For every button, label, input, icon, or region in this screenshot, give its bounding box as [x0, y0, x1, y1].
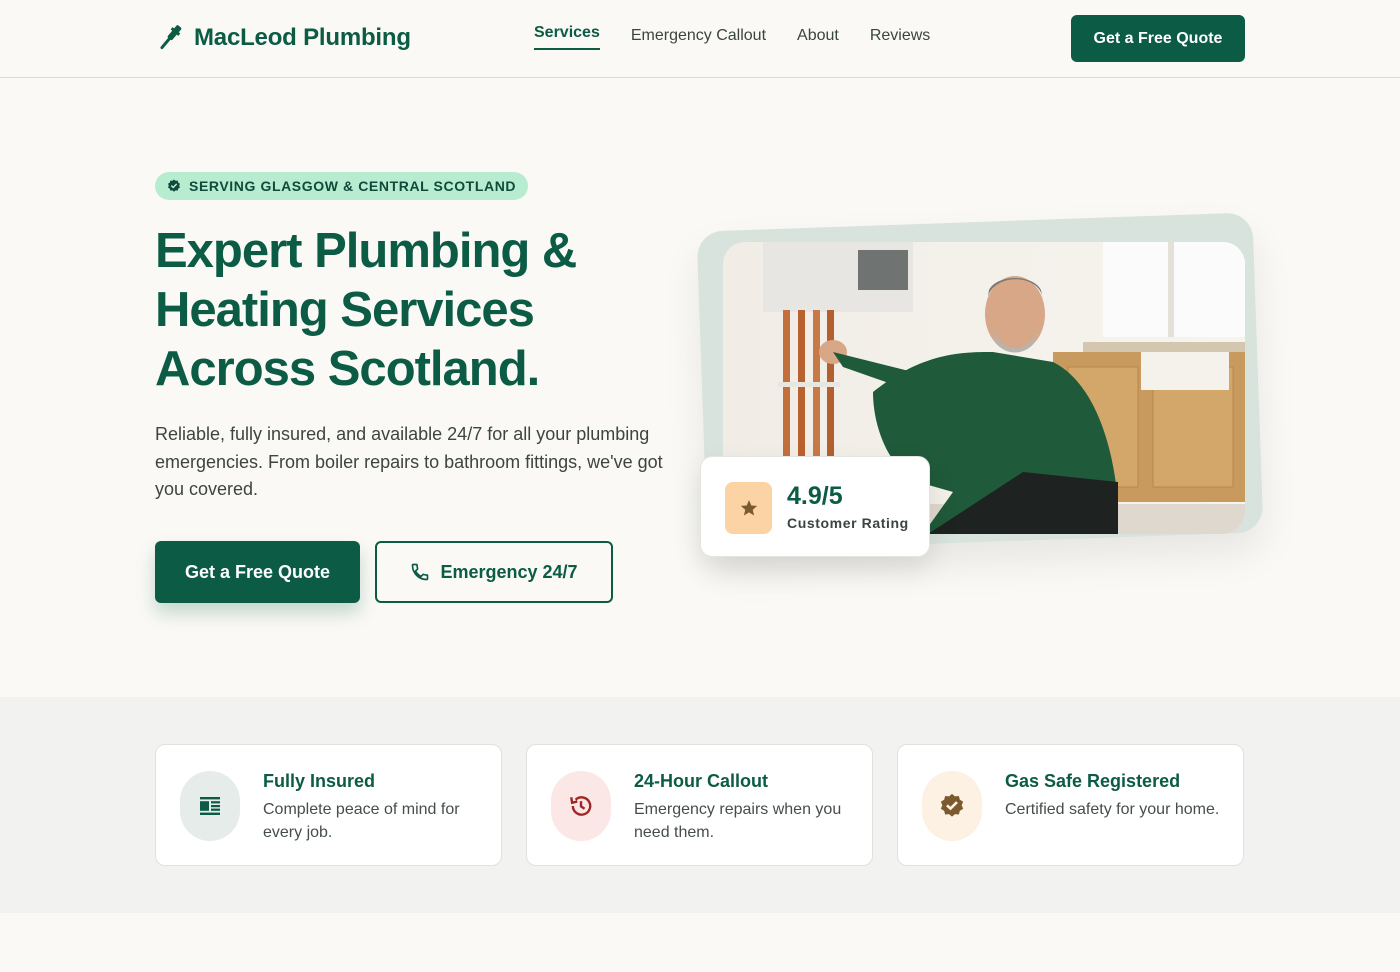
- rating-icon-box: [725, 482, 772, 534]
- rating-card: 4.9/5 Customer Rating: [700, 456, 930, 557]
- main-nav: Services Emergency Callout About Reviews: [534, 24, 930, 53]
- feature-description: Emergency repairs when you need them.: [634, 801, 842, 841]
- feature-card-insured: Fully Insured Complete peace of mind for…: [155, 744, 502, 866]
- feature-icon-wrap: [922, 771, 982, 841]
- feature-title: 24-Hour Callout: [634, 771, 769, 791]
- location-badge: SERVING GLASGOW & CENTRAL SCOTLAND: [155, 172, 529, 200]
- nav-about[interactable]: About: [797, 27, 839, 53]
- verified-badge-icon: [940, 793, 964, 817]
- star-icon: [740, 500, 757, 516]
- feature-title: Gas Safe Registered: [1005, 771, 1181, 791]
- feature-card-gas-safe: Gas Safe Registered Certified safety for…: [897, 744, 1244, 866]
- rating-value: 4.9/5: [787, 482, 843, 510]
- rating-label: Customer Rating: [787, 515, 909, 531]
- feature-description: Complete peace of mind for every job.: [263, 801, 460, 841]
- features-section: Fully Insured Complete peace of mind for…: [0, 697, 1400, 913]
- history-icon: [570, 796, 592, 816]
- feature-icon-wrap: [551, 771, 611, 841]
- policy-icon: [200, 797, 220, 815]
- nav-reviews[interactable]: Reviews: [870, 27, 930, 53]
- brand-name: MacLeod Plumbing: [194, 24, 411, 51]
- hero-title-line: Across Scotland.: [155, 342, 540, 396]
- hero-title-line: Heating Services: [155, 283, 535, 337]
- wrench-icon: [160, 25, 182, 50]
- phone-icon: [412, 563, 429, 581]
- brand-logo[interactable]: MacLeod Plumbing: [158, 24, 411, 52]
- verified-icon: [168, 179, 180, 192]
- free-quote-button[interactable]: Get a Free Quote: [155, 541, 360, 603]
- nav-services[interactable]: Services: [534, 24, 600, 50]
- hero-title-line: Expert Plumbing &: [155, 224, 577, 278]
- header-quote-button[interactable]: Get a Free Quote: [1071, 15, 1245, 62]
- feature-title: Fully Insured: [263, 771, 376, 791]
- hero-title: Expert Plumbing & Heating Services Acros…: [155, 222, 675, 399]
- emergency-button-label: Emergency 24/7: [440, 561, 578, 582]
- hero-description: Reliable, fully insured, and available 2…: [155, 424, 663, 499]
- feature-description: Certified safety for your home.: [1005, 801, 1220, 818]
- badge-text: SERVING GLASGOW & CENTRAL SCOTLAND: [189, 178, 517, 194]
- emergency-button[interactable]: Emergency 24/7: [375, 541, 613, 603]
- site-header: MacLeod Plumbing Services Emergency Call…: [0, 0, 1400, 78]
- feature-card-callout: 24-Hour Callout Emergency repairs when y…: [526, 744, 873, 866]
- nav-emergency-callout[interactable]: Emergency Callout: [631, 27, 766, 53]
- feature-icon-wrap: [180, 771, 240, 841]
